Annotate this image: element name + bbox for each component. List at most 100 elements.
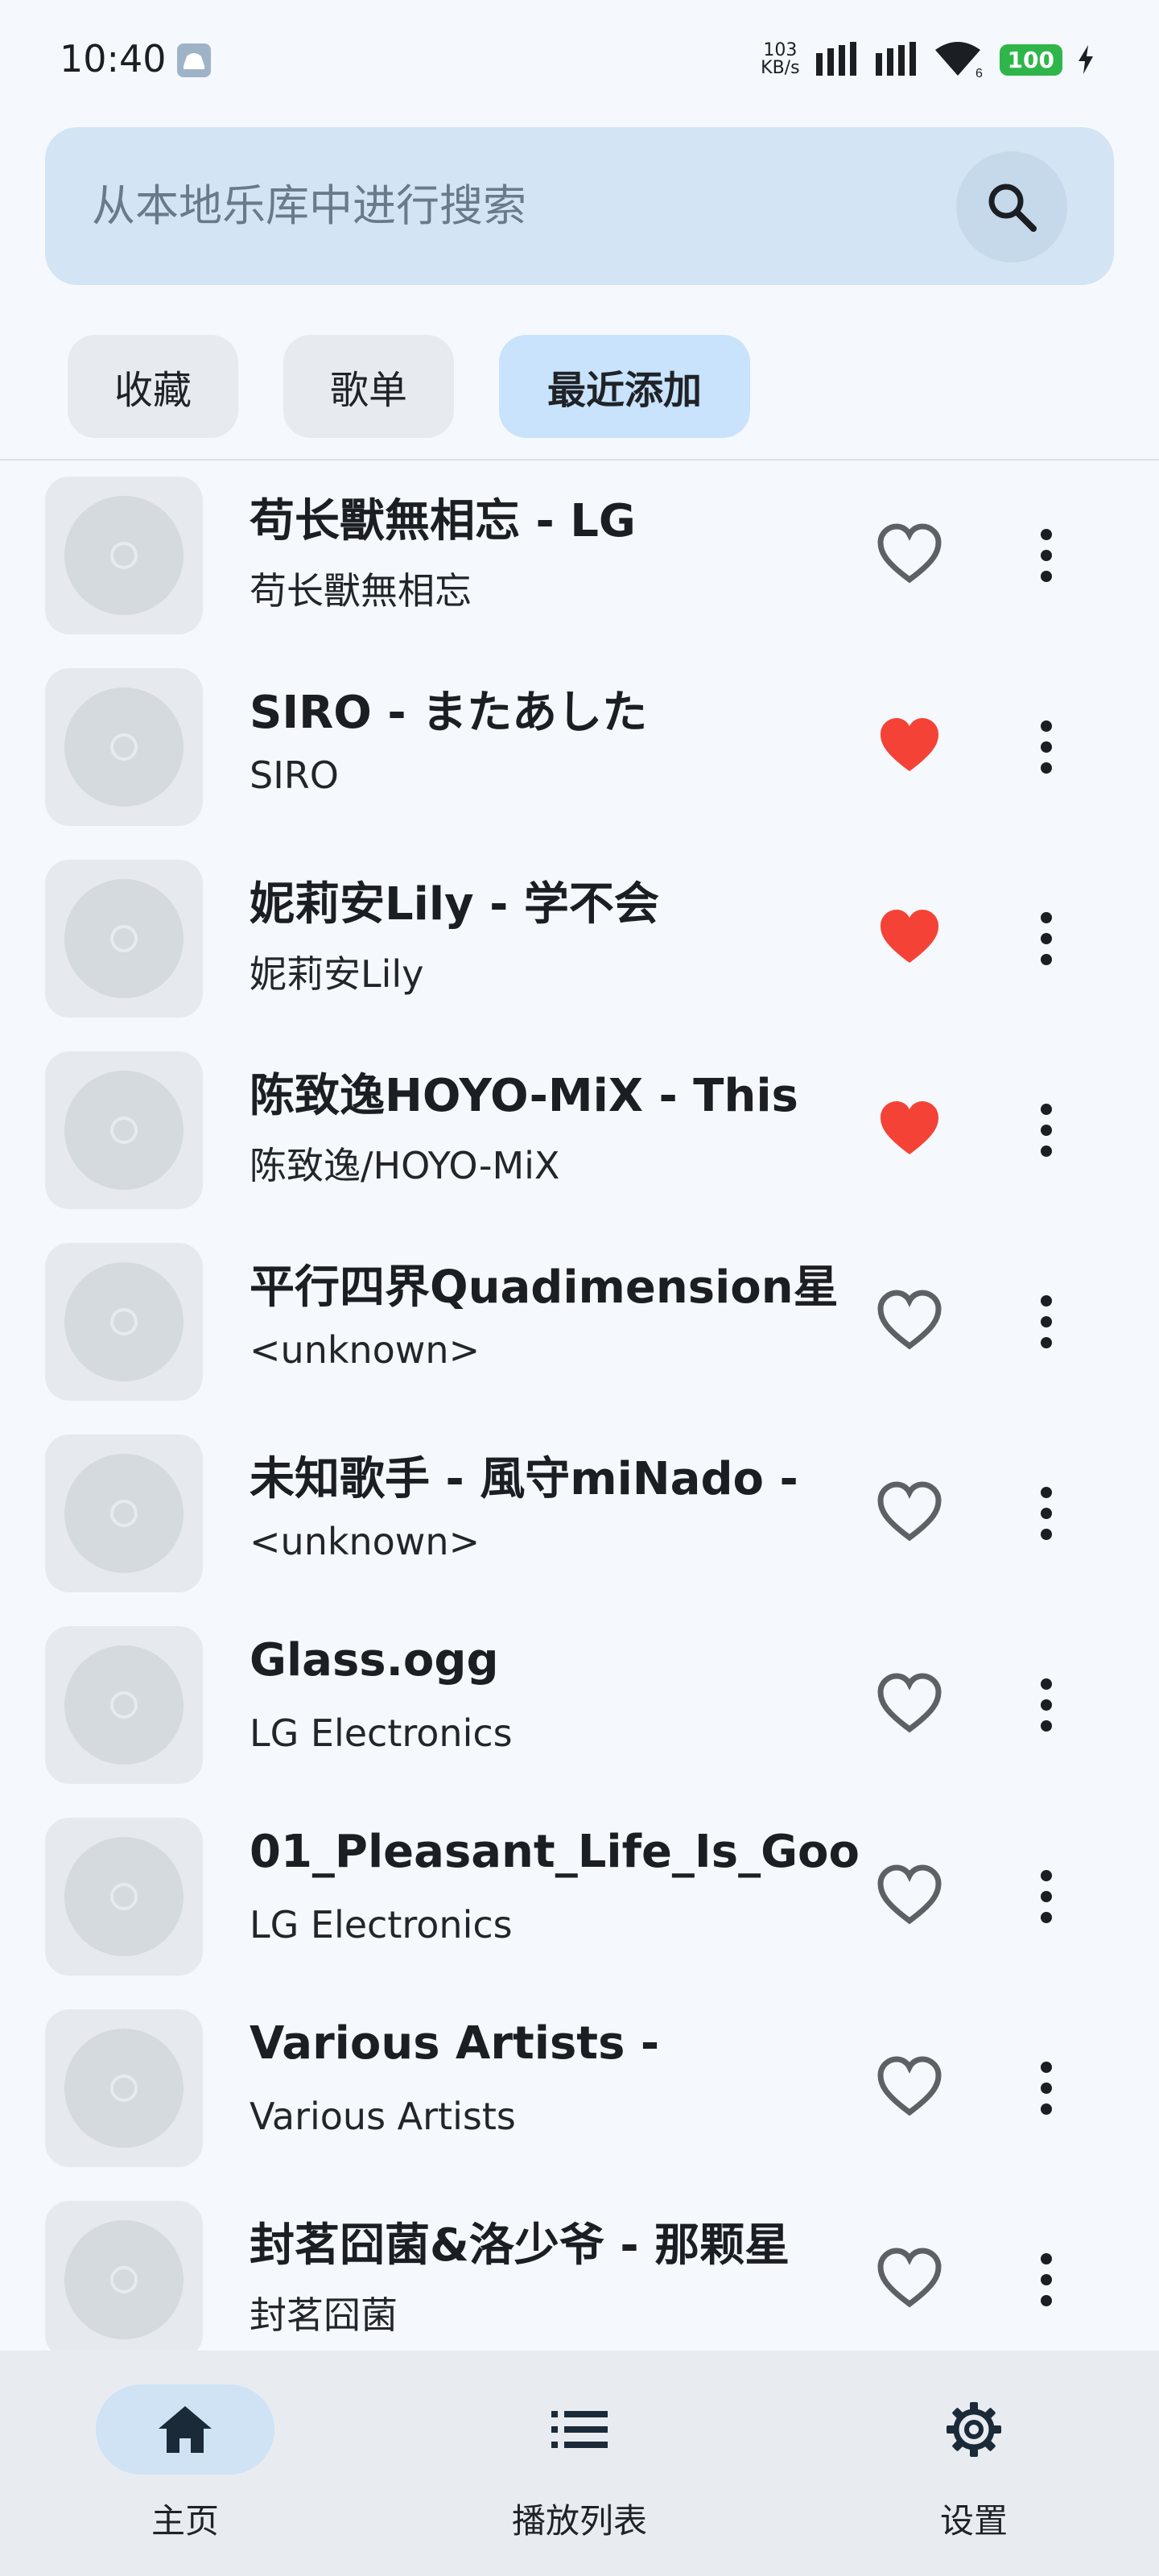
album-cover [45,2009,203,2167]
album-cover [45,2201,203,2351]
more-options-icon[interactable] [1021,1673,1072,1737]
chip-playlists[interactable]: 歌单 [283,335,454,438]
song-row[interactable]: 平行四界Quadimension星 <unknown> [0,1227,1159,1418]
disc-center [110,2074,138,2102]
more-options-icon[interactable] [1021,1098,1072,1162]
song-artist: <unknown> [250,1328,481,1372]
album-cover [45,477,203,634]
more-options-icon[interactable] [1021,1290,1072,1354]
more-options-icon[interactable] [1021,715,1072,779]
song-row[interactable]: 01_Pleasant_Life_Is_Good LG Electronics [0,1802,1159,1993]
song-row[interactable]: Glass.ogg LG Electronics [0,1610,1159,1802]
song-artist: LG Electronics [250,1711,513,1755]
song-title: 封茗囧菌&洛少爷 - 那颗星 [250,2219,790,2272]
disc-icon [64,2220,184,2339]
disc-center [110,1883,138,1910]
nav-playlist[interactable]: 播放列表 [467,2384,692,2545]
more-options-icon[interactable] [1021,1481,1072,1546]
song-row[interactable]: Various Artists - Various Artists [0,1993,1159,2185]
filter-chips: 收藏 歌单 最近添加 [68,335,750,438]
song-title: 01_Pleasant_Life_Is_Good [250,1826,861,1878]
heart-outline-icon[interactable] [877,1481,942,1546]
more-options-icon[interactable] [1021,1864,1072,1929]
song-artist: LG Electronics [250,1903,513,1946]
nav-settings[interactable]: 设置 [861,2384,1087,2545]
wifi-icon: 6 [934,42,983,79]
song-row[interactable]: 封茗囧菌&洛少爷 - 那颗星封茗囧菌 [0,2185,1159,2351]
song-artist: <unknown> [250,1520,481,1563]
disc-icon [64,1262,184,1381]
disc-icon [64,2029,184,2148]
disc-center [110,1308,138,1335]
song-artist: 封茗囧菌 [250,2293,398,2337]
net-speed-unit: KB/s [761,58,800,78]
more-options-icon[interactable] [1021,906,1072,971]
chip-favorites[interactable]: 收藏 [68,335,238,438]
nav-playlist-pill [490,2384,669,2475]
bottom-nav: 主页 播放列表 设置 [0,2351,1159,2576]
nav-home-pill [96,2384,274,2475]
song-title: 妮莉安Lily - 学不会 [250,878,659,931]
nav-playlist-label: 播放列表 [511,2501,647,2541]
status-bar: 10:40 103 KB/s 6 100 [0,0,1159,121]
heart-filled-icon[interactable] [877,1098,942,1162]
search-button[interactable] [956,151,1067,262]
song-artist: Various Artists [250,2095,516,2138]
heart-outline-icon[interactable] [877,2056,942,2120]
song-list[interactable]: 苟长獸無相忘 - LG 苟长獸無相忘 SIRO - またあした SIRO 妮莉安Lily… [0,460,1159,2351]
battery-indicator: 100 [999,43,1062,76]
status-time: 10:40 [60,37,167,80]
signal-icon [815,42,856,76]
album-cover [45,1626,203,1784]
song-row[interactable]: 未知歌手 - 風守miNado - <unknown> [0,1418,1159,1610]
song-artist: 妮莉安Lily [250,952,424,996]
disc-center [110,1500,138,1527]
song-title: 未知歌手 - 風守miNado - [250,1453,798,1505]
search-input[interactable]: 从本地乐库中进行搜索 [92,127,526,285]
song-row[interactable]: SIRO - またあした SIRO [0,652,1159,844]
disc-center [110,2266,138,2293]
heart-outline-icon[interactable] [877,1864,942,1929]
album-cover [45,1051,203,1209]
song-row[interactable]: 妮莉安Lily - 学不会妮莉安Lily [0,844,1159,1035]
more-options-icon[interactable] [1021,523,1072,588]
search-icon [988,184,1037,232]
song-title: 平行四界Quadimension星 [250,1261,839,1314]
album-cover [45,1818,203,1975]
song-row[interactable]: 苟长獸無相忘 - LG 苟长獸無相忘 [0,460,1159,652]
song-title: SIRO - またあした [250,687,648,739]
album-cover [45,1435,203,1592]
heart-outline-icon[interactable] [877,1673,942,1737]
disc-center [110,733,138,761]
chip-recently-added[interactable]: 最近添加 [499,335,750,438]
search-bar[interactable]: 从本地乐库中进行搜索 [45,127,1114,285]
wifi-badge: 6 [975,67,983,79]
list-icon [551,2411,608,2448]
home-icon [159,2406,212,2453]
disc-center [110,1691,138,1719]
song-row[interactable]: 陈致逸HOYO-MiX - This 陈致逸/HOYO-MiX [0,1035,1159,1227]
song-artist: 陈致逸/HOYO-MiX [250,1144,560,1187]
disc-icon [64,687,184,807]
net-speed: 103 KB/s [761,42,799,77]
album-cover [45,668,203,826]
nav-home[interactable]: 主页 [72,2384,298,2545]
song-title: Various Artists - [250,2017,660,2070]
gear-icon [947,2402,1001,2457]
heart-outline-icon[interactable] [877,523,942,588]
song-artist: 苟长獸無相忘 [250,569,472,613]
nav-home-label: 主页 [151,2501,219,2541]
heart-outline-icon[interactable] [877,2248,942,2312]
disc-icon [64,1645,184,1765]
album-cover [45,860,203,1018]
disc-icon [64,496,184,615]
heart-outline-icon[interactable] [877,1290,942,1354]
status-indicators: 103 KB/s 6 100 [761,35,1095,84]
heart-filled-icon[interactable] [877,906,942,971]
signal-icon-2 [875,42,916,76]
heart-filled-icon[interactable] [877,715,942,779]
more-options-icon[interactable] [1021,2056,1072,2120]
more-options-icon[interactable] [1021,2248,1072,2312]
song-artist: SIRO [250,753,339,797]
disc-icon [64,1454,184,1573]
